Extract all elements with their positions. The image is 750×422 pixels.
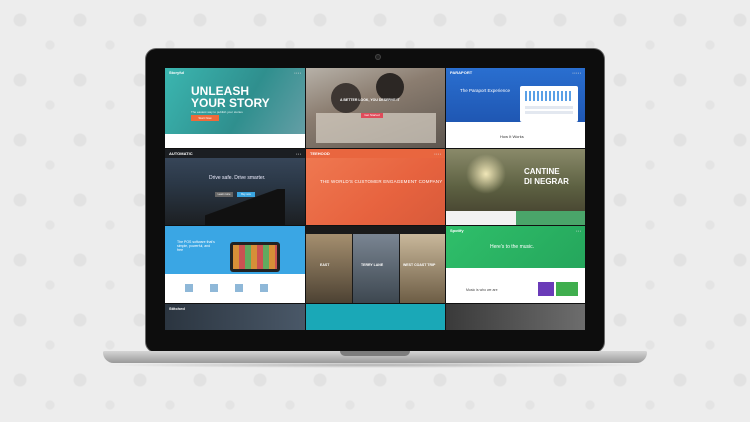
feature-icons (185, 284, 285, 292)
section-heading: How It Works (500, 134, 524, 139)
hero-headline: THE WORLD'S CUSTOMER ENGAGEMENT COMPANY (320, 179, 443, 184)
dashboard-mockup (520, 86, 578, 122)
section-subtitle: Music is who we are (466, 288, 498, 292)
site-logo: Storyful (169, 70, 185, 75)
site-tile-spotify[interactable]: Spotify ▪ ▪ ▪ Here's to the music. Music … (446, 226, 585, 303)
buy-now-button[interactable]: Buy now (237, 192, 255, 197)
panel-label-3: WEST COAST TRIP (403, 263, 436, 267)
hero-headline-2: YOUR STORY (191, 96, 270, 110)
app-thumbnail (538, 282, 554, 296)
laptop-notch (340, 351, 410, 356)
site-tile-cantine[interactable]: CANTINE DI NEGRAR (446, 149, 585, 225)
hero-headline: CANTINE (524, 167, 560, 176)
hero-headline: Drive safe. Drive smarter. (209, 175, 266, 181)
vineyard-sun (466, 154, 506, 194)
hero-title: The Paraport Experience (460, 88, 511, 93)
start-button[interactable]: Start Now (191, 115, 219, 121)
hero-subtitle: The easiest way to publish your stories (191, 110, 243, 114)
site-tile-storyful[interactable]: Storyful ▪ ▪ ▪ ▪ UNLEASH YOUR STORY The e… (165, 68, 305, 148)
photo-figure-2 (376, 73, 404, 101)
site-tile-automatic[interactable]: AUTOMATIC ▪ ▪ ▪ Drive safe. Drive smarter… (165, 149, 305, 225)
green-bar (516, 211, 585, 225)
learn-more-button[interactable]: Learn more (215, 192, 233, 197)
app-thumbnail-2 (556, 282, 578, 296)
camera-icon (376, 55, 380, 59)
photo-panel-1 (306, 234, 352, 303)
site-logo: AUTOMATIC (169, 151, 193, 156)
site-tile-travel[interactable]: EAST TERRY LANE WEST COAST TRIP (306, 226, 445, 303)
site-tile-team-photo[interactable]: A BETTER LOOK, YOU DESERVE IT Get Starte… (306, 68, 445, 148)
site-logo: TEEHOOD (310, 151, 330, 156)
site-tile-pos[interactable]: The POS software that's simple, powerful… (165, 226, 305, 303)
tablet-device (230, 242, 280, 272)
hero-headline: Here's to the music. (490, 244, 535, 250)
hero-headline: The POS software that's simple, powerful… (177, 240, 215, 252)
site-tile-dark-photo[interactable] (446, 304, 585, 330)
panel-label-1: EAST (320, 263, 330, 267)
site-tile-stitched[interactable]: Stitched (165, 304, 305, 330)
site-tile-paraport[interactable]: PARAPORT ▪ ▪ ▪ ▪ ▪ The Paraport Experienc… (446, 68, 585, 148)
hero-headline-2: DI NEGRAR (524, 177, 569, 186)
site-logo: Stitched (169, 306, 185, 311)
hero-headline: A BETTER LOOK, YOU DESERVE IT (340, 98, 400, 102)
site-logo: Spotify (450, 228, 464, 233)
photo-panel-3 (400, 234, 445, 303)
site-tile-teal-band[interactable] (306, 304, 445, 330)
white-card (446, 211, 516, 225)
get-started-button[interactable]: Get Started (361, 113, 383, 118)
white-strip (165, 134, 305, 148)
photo-panel-2 (353, 234, 399, 303)
panel-label-2: TERRY LANE (361, 263, 384, 267)
site-tile-teehood[interactable]: TEEHOOD ▪ ▪ ▪ ▪ THE WORLD'S CUSTOMER ENGA… (306, 149, 445, 225)
laptop-screen: Storyful ▪ ▪ ▪ ▪ UNLEASH YOUR STORY The e… (165, 68, 585, 330)
site-logo: PARAPORT (450, 70, 473, 75)
